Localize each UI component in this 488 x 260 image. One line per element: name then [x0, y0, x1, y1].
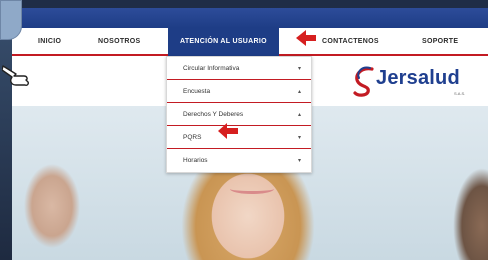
caret-down-icon: ▾ — [297, 134, 301, 141]
atencion-dropdown-menu: Circular Informativa ▾ Encuesta ▴ Derech… — [166, 56, 312, 173]
nav-item-contactenos[interactable]: CONTACTENOS — [322, 38, 379, 45]
hero-photo-smile — [230, 184, 274, 194]
red-arrow-pointer-icon — [218, 123, 238, 139]
caret-down-icon: ▾ — [297, 65, 301, 72]
menu-item-label: Horarios — [183, 157, 208, 164]
logo-wordmark: Jersalud — [376, 67, 460, 89]
main-navigation: INICIO NOSOTROS ATENCIÓN AL USUARIO CONT… — [12, 28, 488, 56]
menu-item-label: PQRS — [183, 133, 202, 141]
menu-item-horarios[interactable]: Horarios ▾ — [167, 149, 311, 172]
pointing-hand-icon — [2, 65, 29, 86]
menu-item-label: Encuesta — [183, 87, 211, 95]
caret-down-icon: ▾ — [297, 158, 301, 164]
jersalud-logo: Jersalud S.A.S. — [350, 64, 480, 98]
nav-item-inicio[interactable]: INICIO — [38, 38, 61, 45]
menu-item-encuesta[interactable]: Encuesta ▴ — [167, 80, 311, 103]
header-strip — [12, 8, 488, 28]
menu-item-label: Circular Informativa — [183, 64, 240, 72]
nav-item-soporte[interactable]: SOPORTE — [422, 38, 458, 45]
red-arrow-pointer-icon — [296, 30, 316, 46]
nav-item-atencion-al-usuario[interactable]: ATENCIÓN AL USUARIO — [168, 28, 279, 56]
jersalud-logo-mark-icon — [353, 66, 374, 97]
avatar — [0, 0, 22, 40]
menu-item-circular-informativa[interactable]: Circular Informativa ▾ — [167, 57, 311, 80]
caret-up-icon: ▴ — [297, 111, 301, 118]
caret-up-icon: ▴ — [297, 88, 301, 95]
logo-suffix: S.A.S. — [454, 91, 466, 96]
window-frame-top — [0, 0, 488, 8]
nav-item-nosotros[interactable]: NOSOTROS — [98, 38, 140, 45]
menu-item-label: Derechos Y Deberes — [183, 110, 244, 118]
web-page: INICIO NOSOTROS ATENCIÓN AL USUARIO CONT… — [12, 8, 488, 260]
